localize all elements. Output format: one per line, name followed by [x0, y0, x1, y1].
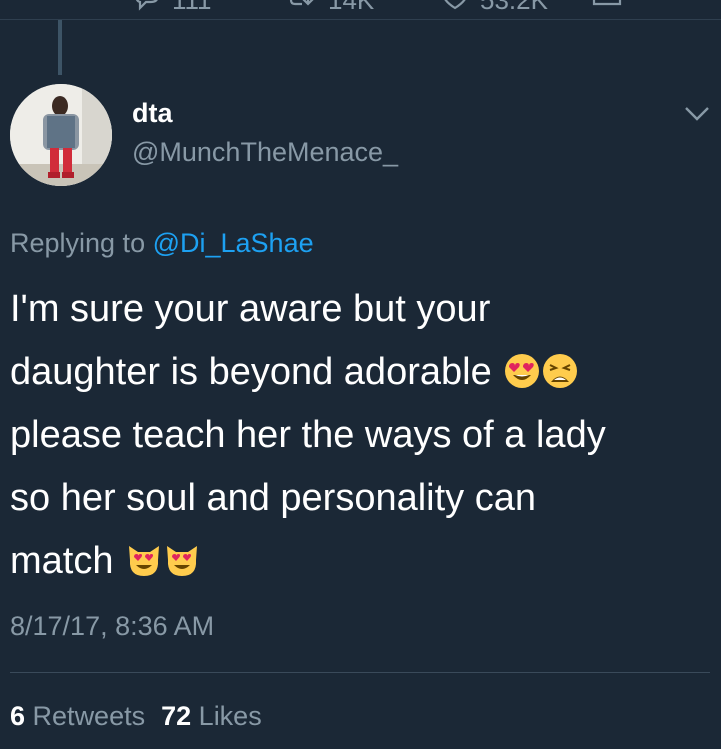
tweet-text-span: so her soul and personality can	[10, 477, 536, 519]
tweet-text-span: daughter is beyond adorable	[10, 351, 503, 393]
thread-connector-line	[58, 20, 62, 75]
heart-eyes-cat-emoji	[126, 542, 162, 578]
like-count: 53.2K	[480, 0, 548, 15]
retweet-action[interactable]: 14K	[288, 0, 374, 14]
replying-to-line: Replying to @Di_LaShae	[10, 228, 314, 259]
tweet-stats: 6 Retweets 72 Likes	[10, 701, 262, 732]
avatar[interactable]	[10, 84, 112, 186]
reply-count: 111	[172, 0, 212, 15]
divider	[0, 19, 721, 20]
likes-stat[interactable]: 72 Likes	[161, 701, 262, 732]
tweet-text-span: I'm sure your aware but your	[10, 288, 491, 330]
retweets-count: 6	[10, 701, 26, 731]
tweet-text-line: match	[10, 530, 710, 593]
retweet-icon	[288, 0, 318, 14]
divider	[10, 672, 710, 673]
likes-count: 72	[161, 701, 192, 731]
heart-eyes-face-emoji	[504, 353, 540, 389]
replying-to-label: Replying to	[10, 228, 153, 258]
tweet-text-line: daughter is beyond adorable	[10, 341, 710, 404]
reply-action[interactable]: 111	[132, 0, 212, 14]
heart-icon	[440, 0, 470, 14]
tweet-text-line: please teach her the ways of a lady	[10, 404, 710, 467]
message-action[interactable]	[592, 0, 622, 14]
previous-tweet-actions: 111 14K 53.2K	[0, 0, 721, 20]
retweets-stat[interactable]: 6 Retweets	[10, 701, 145, 732]
envelope-icon	[592, 0, 622, 14]
like-action[interactable]: 53.2K	[440, 0, 548, 14]
likes-label: Likes	[198, 701, 262, 731]
retweet-count: 14K	[328, 0, 375, 15]
retweets-label: Retweets	[32, 701, 146, 731]
author-handle[interactable]: @MunchTheMenace_	[132, 137, 398, 168]
tweet-text-line: I'm sure your aware but your	[10, 278, 710, 341]
weary-face-emoji	[542, 353, 578, 389]
author-display-name[interactable]: dta	[132, 98, 173, 129]
replying-to-mention[interactable]: @Di_LaShae	[153, 228, 314, 258]
reply-icon	[132, 0, 162, 14]
chevron-down-icon[interactable]	[684, 106, 710, 122]
tweet-text-span: match	[10, 540, 125, 582]
tweet-text-span: please teach her the ways of a lady	[10, 414, 606, 456]
tweet-detail-screen: 111 14K 53.2K dta @MunchTheMenace_ Reply…	[0, 0, 721, 749]
tweet-text: I'm sure your aware but your daughter is…	[10, 278, 710, 593]
heart-eyes-cat-emoji	[164, 542, 200, 578]
tweet-text-line: so her soul and personality can	[10, 467, 710, 530]
tweet-timestamp: 8/17/17, 8:36 AM	[10, 611, 215, 641]
